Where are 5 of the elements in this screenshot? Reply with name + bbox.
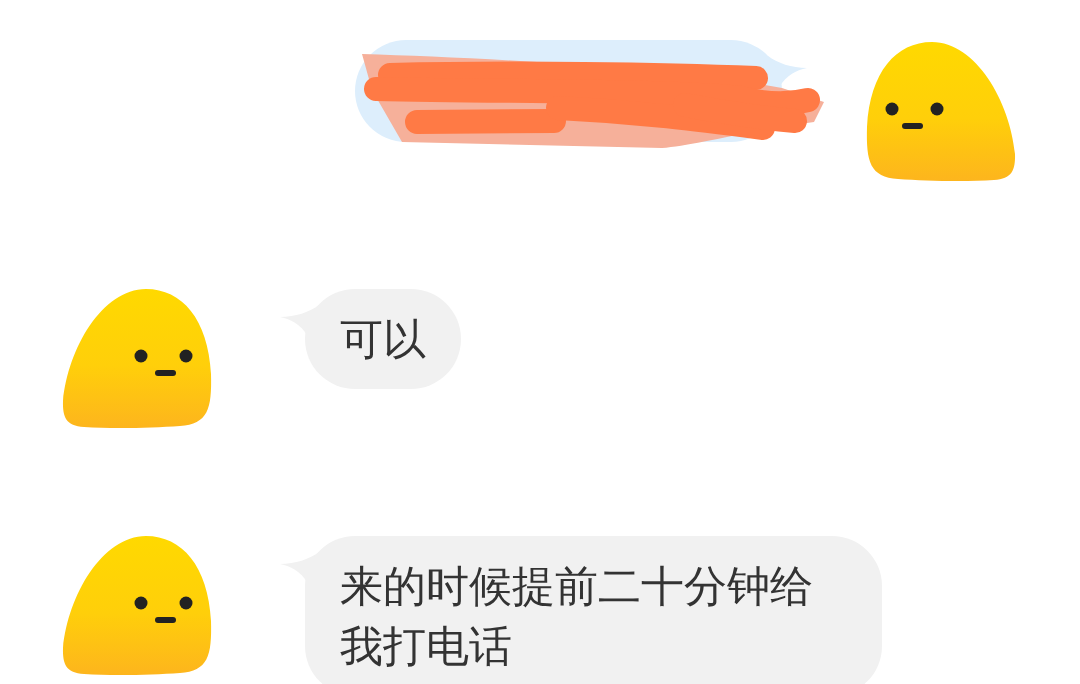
avatar-icon[interactable] (62, 536, 212, 676)
avatar-icon[interactable] (866, 42, 1016, 182)
message-text: 来的时候提前二十分钟给我打电话 (340, 560, 814, 673)
message-text: 可以 (340, 313, 426, 366)
avatar-icon[interactable] (62, 289, 212, 429)
